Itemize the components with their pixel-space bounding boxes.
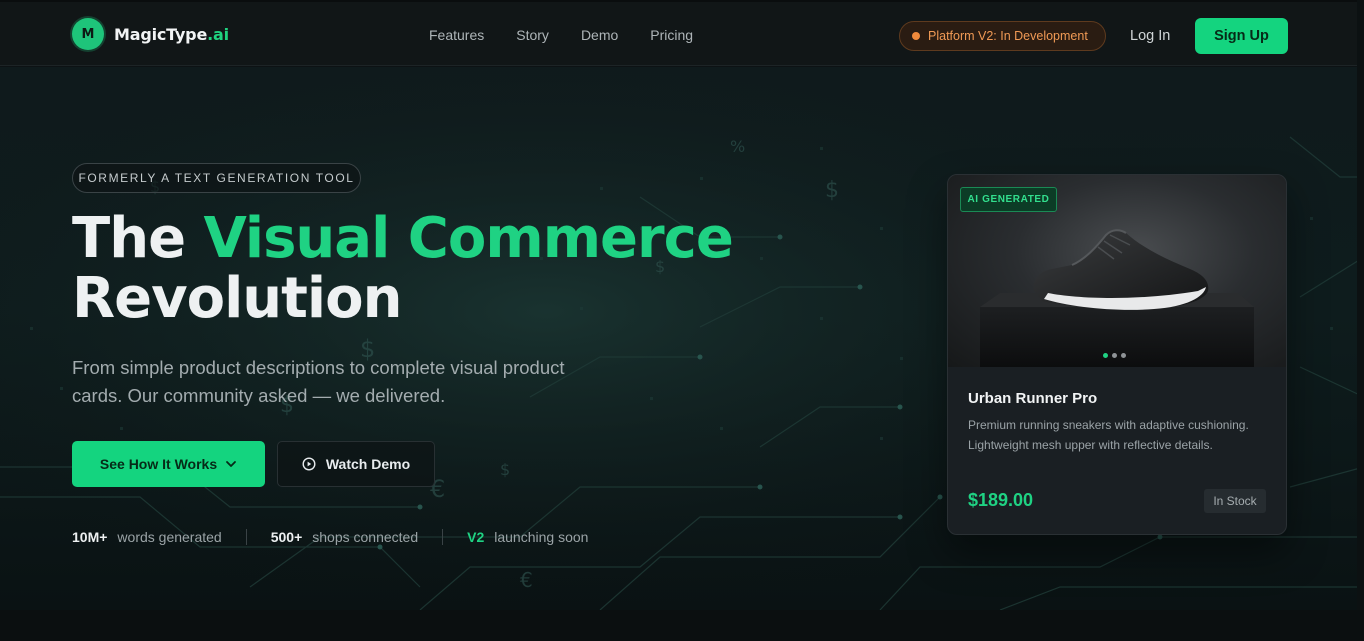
product-price: $189.00: [968, 490, 1034, 510]
nav-link-features[interactable]: Features: [429, 27, 484, 43]
headline-part-1: The: [72, 206, 204, 271]
logo-mark: M: [72, 18, 104, 50]
stat-label-version: launching soon: [494, 529, 589, 545]
platform-status-badge: Platform V2: In Development: [899, 21, 1106, 51]
hero-section: $ $ € € $ $ % $ $ FORMERLY A TEXT GENERA…: [0, 67, 1364, 610]
stat-label-shops: shops connected: [312, 529, 419, 545]
stat-value-shops: 500+: [270, 529, 303, 545]
hero-stats: 10M+ words generated 500+ shops connecte…: [72, 529, 588, 545]
chevron-down-icon: [226, 461, 237, 467]
signup-button[interactable]: Sign Up: [1195, 18, 1288, 54]
top-navigation: M MagicType.ai Features Story Demo Prici…: [0, 0, 1364, 66]
platform-status-text: Platform V2: In Development: [928, 29, 1088, 43]
stat-value-words: 10M+: [72, 529, 108, 545]
hero-headline: The Visual Commerce Revolution: [72, 206, 734, 331]
stat-value-version: V2: [467, 529, 485, 545]
nav-link-demo[interactable]: Demo: [581, 27, 618, 43]
watch-demo-button[interactable]: Watch Demo: [277, 441, 435, 487]
svg-text:%: %: [730, 137, 745, 156]
carousel-dots: [1103, 353, 1130, 358]
stat-label-words: words generated: [117, 529, 222, 545]
carousel-dot[interactable]: [1121, 353, 1126, 358]
product-title: Urban Runner Pro: [968, 390, 1098, 407]
nav-links: Features Story Demo Pricing: [429, 27, 725, 43]
product-image: AI GENERATED: [948, 175, 1286, 367]
nav-link-pricing[interactable]: Pricing: [650, 27, 693, 43]
stat-divider: [442, 529, 444, 545]
carousel-dot[interactable]: [1112, 353, 1117, 358]
see-how-it-works-button[interactable]: See How It Works: [72, 441, 265, 487]
login-link[interactable]: Log In: [1130, 28, 1170, 44]
svg-text:$: $: [825, 178, 839, 203]
play-circle-icon: [302, 457, 316, 471]
carousel-dot-active[interactable]: [1103, 353, 1108, 358]
svg-text:$: $: [500, 460, 510, 479]
eyebrow-pill: FORMERLY A TEXT GENERATION TOOL: [72, 163, 361, 193]
stock-status-badge: In Stock: [1204, 489, 1266, 513]
next-section-edge: [0, 610, 1364, 641]
ai-generated-badge: AI GENERATED: [960, 187, 1057, 212]
headline-accent: Visual Commerce: [203, 206, 734, 271]
brand-name: MagicType.ai: [114, 25, 229, 44]
product-card-preview[interactable]: AI GENERATED Urban Runner Pro Premium ru…: [947, 174, 1287, 535]
status-dot-icon: [912, 32, 920, 40]
brand-name-main: MagicType: [114, 24, 208, 44]
watch-demo-label: Watch Demo: [325, 456, 411, 472]
product-description: Premium running sneakers with adaptive c…: [968, 418, 1249, 452]
svg-text:€: €: [520, 568, 533, 592]
headline-part-2: Revolution: [72, 266, 402, 331]
nav-link-story[interactable]: Story: [516, 27, 549, 43]
brand-logo[interactable]: M MagicType.ai: [72, 18, 229, 50]
scrollbar[interactable]: [1357, 0, 1364, 610]
hero-subtitle: From simple product descriptions to comp…: [72, 357, 565, 406]
stat-divider: [245, 529, 247, 545]
see-how-it-works-label: See How It Works: [99, 456, 218, 472]
brand-name-suffix: .ai: [207, 24, 229, 44]
